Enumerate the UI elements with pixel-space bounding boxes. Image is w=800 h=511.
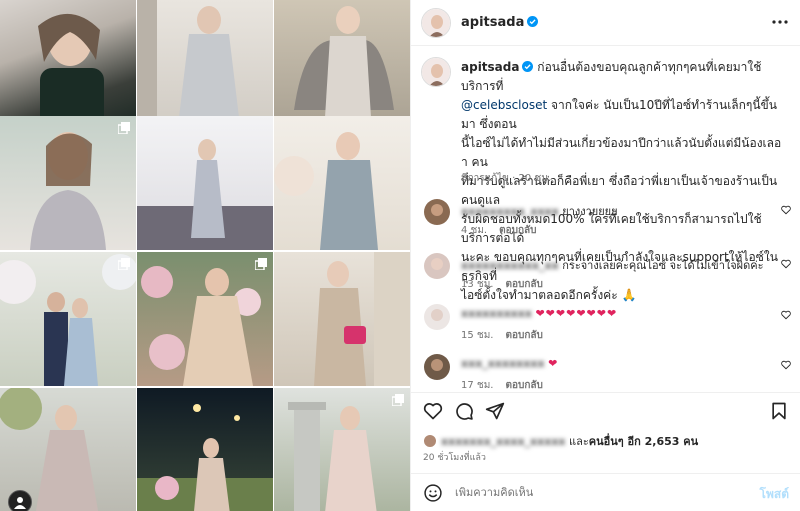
avatar[interactable]: [424, 199, 450, 225]
emoji-icon[interactable]: [423, 483, 443, 503]
avatar: [423, 434, 437, 448]
share-icon[interactable]: [485, 401, 505, 421]
post-action-bar: [411, 392, 800, 428]
profile-post-grid: [0, 0, 410, 511]
grid-post-thumbnail[interactable]: [0, 116, 136, 250]
avatar[interactable]: [421, 57, 451, 87]
comment-username[interactable]: xxxxxxxxxx: [461, 307, 532, 320]
comment-time: 15 ชม.: [461, 330, 494, 341]
likes-summary[interactable]: xxxxxxx_xxxx_xxxxx และคนอื่นๆ อีก 2,653 …: [423, 432, 698, 450]
comment-like-heart-icon[interactable]: [781, 360, 791, 370]
grid-post-thumbnail[interactable]: [274, 0, 410, 134]
grid-post-thumbnail[interactable]: [137, 388, 273, 511]
edited-label: มีการแก้ไข: [461, 173, 509, 184]
comment-text: ❤❤❤❤❤❤❤❤: [535, 307, 618, 320]
comment-time: 13 ชม.: [461, 279, 494, 290]
grid-post-thumbnail[interactable]: [0, 252, 136, 386]
comment-item: xxxxxxxxxxx_xx กระจางเลยค่ะคุณไอซ์ จะได้…: [421, 253, 791, 293]
comment-time: 4 ชม.: [461, 225, 488, 236]
username[interactable]: apitsada: [461, 15, 524, 30]
grid-post-thumbnail[interactable]: [0, 388, 136, 511]
comment-like-heart-icon[interactable]: [781, 310, 791, 320]
comment-username[interactable]: xxx_xxxxxxxx: [461, 357, 545, 370]
more-options-icon[interactable]: [771, 15, 789, 29]
caption-meta: มีการแก้ไข · 20 ชม.: [461, 173, 552, 184]
grid-post-thumbnail[interactable]: [137, 0, 273, 134]
comment-username[interactable]: xxxxxxxxxxx_xx: [461, 259, 559, 272]
grid-post-thumbnail[interactable]: [274, 252, 410, 386]
verified-badge-icon: [522, 61, 534, 72]
comment-like-heart-icon[interactable]: [781, 205, 791, 215]
account-avatar-button[interactable]: [8, 490, 32, 511]
comment-composer: โพสต์: [411, 473, 800, 511]
comment-time: 17 ชม.: [461, 380, 494, 391]
comments-scroll-area[interactable]: apitsada ก่อนอื่นต้องขอบคุณลูกค้าทุกๆคนท…: [411, 47, 800, 392]
grid-post-thumbnail[interactable]: [0, 0, 136, 134]
reply-button[interactable]: ตอบกลับ: [505, 380, 542, 391]
comment-line: xxx_xxxxxxxx ❤: [461, 357, 558, 370]
grid-post-thumbnail[interactable]: [137, 116, 273, 250]
reply-button[interactable]: ตอบกลับ: [505, 279, 542, 290]
comment-text: กระจางเลยค่ะคุณไอซ์ จะได้ไม่เข้าใจผิดค่ะ: [562, 259, 764, 272]
comment-like-heart-icon[interactable]: [781, 259, 791, 269]
caption-time: 20 ชม.: [518, 173, 552, 184]
bookmark-icon[interactable]: [769, 401, 789, 421]
grid-post-thumbnail[interactable]: [274, 116, 410, 250]
comment-meta: 17 ชม. ตอบกลับ: [461, 378, 555, 392]
likes-others[interactable]: คนอื่นๆ อีก 2,653 คน: [589, 435, 698, 448]
reply-button[interactable]: ตอบกลับ: [499, 225, 536, 236]
comment-input[interactable]: [455, 486, 735, 499]
comment-text: ❤: [548, 357, 559, 370]
comment-icon[interactable]: [454, 401, 474, 421]
post-comment-button[interactable]: โพสต์: [760, 485, 789, 504]
username-link[interactable]: apitsada: [461, 15, 539, 30]
comment-line: xxxxxxxxx_xxxx ยางงายยยย: [461, 202, 618, 220]
avatar[interactable]: [424, 354, 450, 380]
comment-username[interactable]: xxxxxxxxx_xxxx: [461, 205, 559, 218]
comment-item: xxxxxxxxxx ❤❤❤❤❤❤❤❤ 15 ชม. ตอบกลับ: [421, 304, 791, 344]
avatar[interactable]: [421, 8, 451, 38]
verified-badge-icon: [527, 16, 539, 27]
post-detail-panel: apitsada apitsada ก่อนอื่นต้องขอบคุณลูกค…: [410, 0, 800, 511]
grid-post-thumbnail[interactable]: [137, 252, 273, 386]
comment-meta: 15 ชม. ตอบกลับ: [461, 328, 555, 343]
heart-icon[interactable]: [423, 401, 443, 421]
likes-and: และ: [569, 435, 589, 448]
comment-text: ยางงายยยย: [562, 205, 618, 218]
liker-username[interactable]: xxxxxxx_xxxx_xxxxx: [441, 435, 566, 448]
comment-meta: 4 ชม. ตอบกลับ: [461, 223, 549, 238]
comment-item: xxxxxxxxx_xxxx ยางงายยยย 4 ชม. ตอบกลับ: [421, 199, 791, 239]
caption-username[interactable]: apitsada: [461, 60, 519, 74]
comment-meta: 13 ชม. ตอบกลับ: [461, 277, 555, 292]
avatar[interactable]: [424, 304, 450, 330]
grid-post-thumbnail[interactable]: [274, 388, 410, 511]
comment-item: xxx_xxxxxxxx ❤ 17 ชม. ตอบกลับ: [421, 354, 791, 392]
caption-line: นี้ไอซ์ไม่ได้ทำไม่มีส่วนเกี่ยวข้องมาปีกว…: [461, 136, 782, 169]
avatar[interactable]: [424, 253, 450, 279]
reply-button[interactable]: ตอบกลับ: [505, 330, 542, 341]
comment-line: xxxxxxxxxxx_xx กระจางเลยค่ะคุณไอซ์ จะได้…: [461, 256, 764, 274]
post-header: apitsada: [411, 0, 800, 46]
post-timestamp[interactable]: 20 ชั่วโมงที่แล้ว: [423, 450, 486, 464]
comment-line: xxxxxxxxxx ❤❤❤❤❤❤❤❤: [461, 307, 617, 320]
mention-link[interactable]: @celebscloset: [461, 98, 547, 112]
